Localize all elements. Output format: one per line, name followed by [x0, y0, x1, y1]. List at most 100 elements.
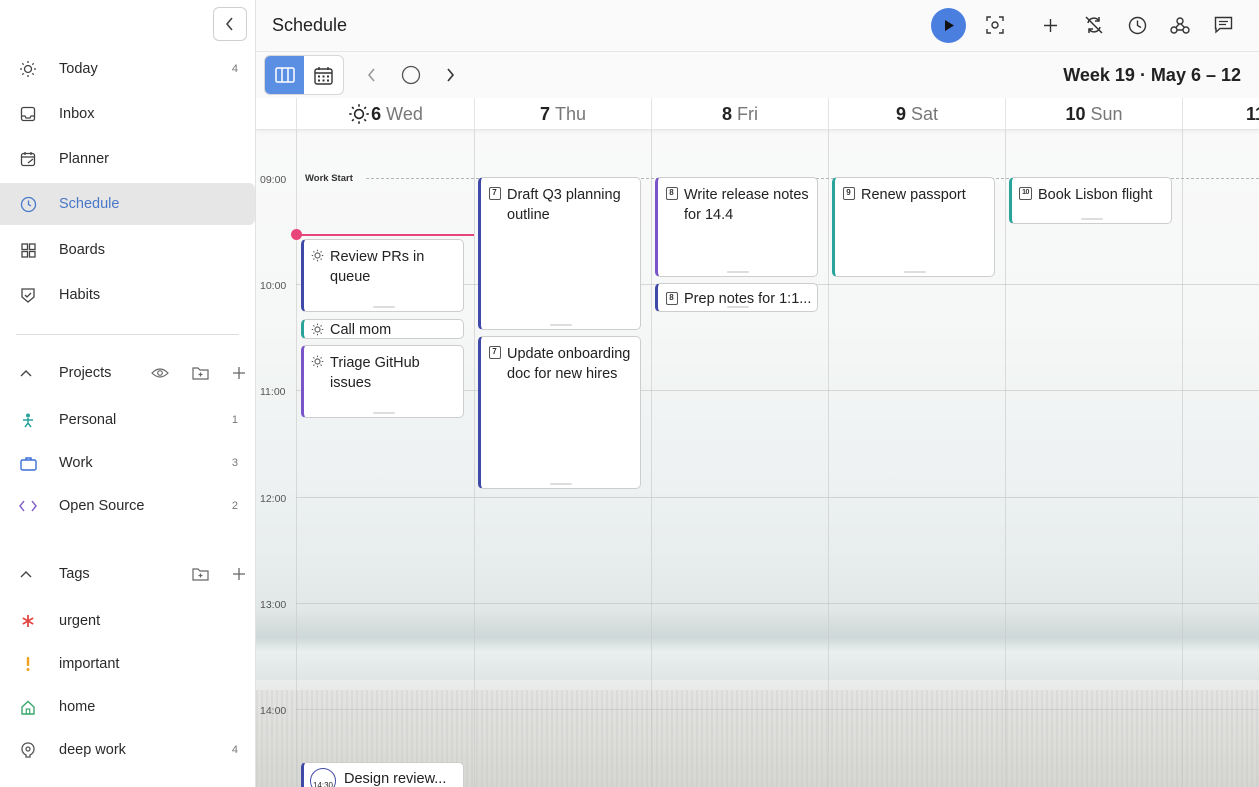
start-focus-button[interactable]	[931, 8, 966, 43]
sidebar-item-planner[interactable]: Planner	[0, 138, 255, 180]
new-folder-icon[interactable]	[191, 364, 209, 382]
event-draft-q3[interactable]: 7 Draft Q3 planning outline	[478, 177, 641, 330]
event-prep-notes[interactable]: 8 Prep notes for 1:1...	[655, 283, 818, 312]
event-update-onboarding[interactable]: 7 Update onboarding doc for new hires	[478, 336, 641, 489]
tags-title: Tags	[59, 566, 90, 582]
calendar-date-icon: 10	[1019, 187, 1032, 200]
circle-icon	[401, 65, 421, 85]
previous-week-button[interactable]	[361, 65, 381, 85]
eye-icon[interactable]	[151, 364, 169, 382]
clock-icon	[18, 194, 38, 214]
resize-handle[interactable]	[372, 412, 395, 414]
sidebar-item-label: deep work	[59, 742, 126, 758]
new-folder-icon[interactable]	[191, 565, 209, 583]
day-name: Wed	[386, 103, 423, 124]
add-project-icon[interactable]	[230, 364, 248, 382]
planner-icon	[18, 149, 38, 169]
resize-handle[interactable]	[726, 271, 749, 273]
sidebar-item-habits[interactable]: Habits	[0, 274, 255, 316]
sidebar-item-schedule[interactable]: Schedule	[0, 183, 255, 225]
event-title: Draft Q3 planning outline	[507, 187, 621, 223]
chevron-up-icon[interactable]	[20, 364, 32, 382]
event-renew-passport[interactable]: 9 Renew passport	[832, 177, 995, 277]
tag-home[interactable]: home	[0, 686, 255, 728]
week-view-button[interactable]	[265, 56, 304, 94]
sun-icon	[311, 323, 324, 336]
event-title: Update onboarding doc for new hires	[507, 346, 631, 382]
habit-icon	[18, 285, 38, 305]
today-button[interactable]	[401, 65, 421, 85]
sidebar-item-label: Personal	[59, 412, 117, 428]
inbox-icon	[18, 104, 38, 124]
resize-handle[interactable]	[372, 306, 395, 308]
sidebar-item-count: 4	[231, 63, 238, 75]
chevron-right-icon	[446, 68, 454, 82]
sun-icon	[311, 355, 324, 368]
day-name: Sun	[1090, 103, 1123, 124]
day-number: 8	[721, 103, 732, 124]
chat-icon[interactable]	[1210, 12, 1236, 38]
resize-handle[interactable]	[903, 271, 926, 273]
chevron-up-icon[interactable]	[20, 565, 32, 583]
resize-handle[interactable]	[549, 324, 572, 326]
work-start-label: Work Start	[305, 173, 353, 184]
sidebar-item-boards[interactable]: Boards	[0, 229, 255, 271]
day-header-wed[interactable]: 6 Wed	[296, 98, 474, 130]
project-work[interactable]: Work 3	[0, 442, 255, 484]
event-title: Write release notes for 14.4	[684, 187, 809, 223]
week-title: Week 19 · May 6 – 12	[1063, 65, 1241, 85]
resize-handle[interactable]	[1080, 218, 1103, 220]
focus-icon	[18, 740, 38, 760]
event-triage-github[interactable]: Triage GitHub issues	[301, 345, 464, 418]
day-header-fri[interactable]: 8 Fri	[651, 98, 828, 130]
chevron-left-icon	[225, 17, 233, 31]
collapse-sidebar-button[interactable]	[213, 7, 247, 41]
history-icon[interactable]	[1124, 12, 1150, 38]
event-title: Book Lisbon flight	[1038, 187, 1153, 203]
day-header-thu[interactable]: 7 Thu	[474, 98, 651, 130]
next-week-button[interactable]	[440, 65, 460, 85]
day-number: 7	[539, 103, 550, 124]
day-number: 10	[1065, 103, 1086, 124]
calendar-date-icon: 8	[665, 292, 678, 305]
projects-section-header[interactable]: Projects	[0, 358, 255, 388]
tag-urgent[interactable]: urgent	[0, 600, 255, 642]
hour-label: 14:00	[260, 705, 287, 717]
calendar-date-icon: 9	[842, 187, 855, 200]
sidebar: Today 4 Inbox Planner Schedule Boards Ha…	[0, 0, 256, 787]
event-title: Renew passport	[861, 187, 966, 203]
event-review-prs[interactable]: Review PRs in queue	[301, 239, 464, 312]
month-view-button[interactable]	[304, 56, 343, 94]
tag-important[interactable]: important	[0, 643, 255, 685]
event-call-mom[interactable]: Call mom	[301, 319, 464, 339]
sidebar-item-label: Inbox	[59, 106, 95, 122]
hour-label: 13:00	[260, 599, 287, 611]
add-icon[interactable]	[1037, 12, 1063, 38]
webhook-icon[interactable]	[1167, 12, 1193, 38]
person-icon	[18, 410, 38, 430]
sidebar-item-inbox[interactable]: Inbox	[0, 93, 255, 135]
sidebar-item-label: Work	[59, 455, 93, 471]
sync-off-icon[interactable]	[1081, 12, 1107, 38]
calendar-date-icon: 7	[488, 187, 501, 200]
sidebar-item-today[interactable]: Today 4	[0, 48, 255, 90]
event-release-notes[interactable]: 8 Write release notes for 14.4	[655, 177, 818, 277]
focus-frame-icon[interactable]	[982, 12, 1008, 38]
grid-column-line	[1005, 130, 1006, 787]
day-name: Sat	[910, 103, 939, 124]
sun-icon	[311, 249, 324, 262]
resize-handle[interactable]	[549, 483, 572, 485]
day-header-mon[interactable]: 11	[1182, 98, 1259, 130]
day-header-sat[interactable]: 9 Sat	[828, 98, 1005, 130]
add-tag-icon[interactable]	[230, 565, 248, 583]
day-header: 6 Wed 7 Thu 8 Fri 9 Sat 10 Sun 11	[256, 98, 1259, 130]
event-book-lisbon[interactable]: 10 Book Lisbon flight	[1009, 177, 1172, 224]
day-header-sun[interactable]: 10 Sun	[1005, 98, 1182, 130]
projects-title: Projects	[59, 365, 112, 381]
tags-section-header[interactable]: Tags	[0, 559, 255, 589]
project-open-source[interactable]: Open Source 2	[0, 485, 255, 527]
resize-handle[interactable]	[726, 306, 749, 308]
tag-deep-work[interactable]: deep work 4	[0, 729, 255, 771]
project-personal[interactable]: Personal 1	[0, 399, 255, 441]
event-design-review[interactable]: 14:30 Design review...	[301, 762, 464, 787]
